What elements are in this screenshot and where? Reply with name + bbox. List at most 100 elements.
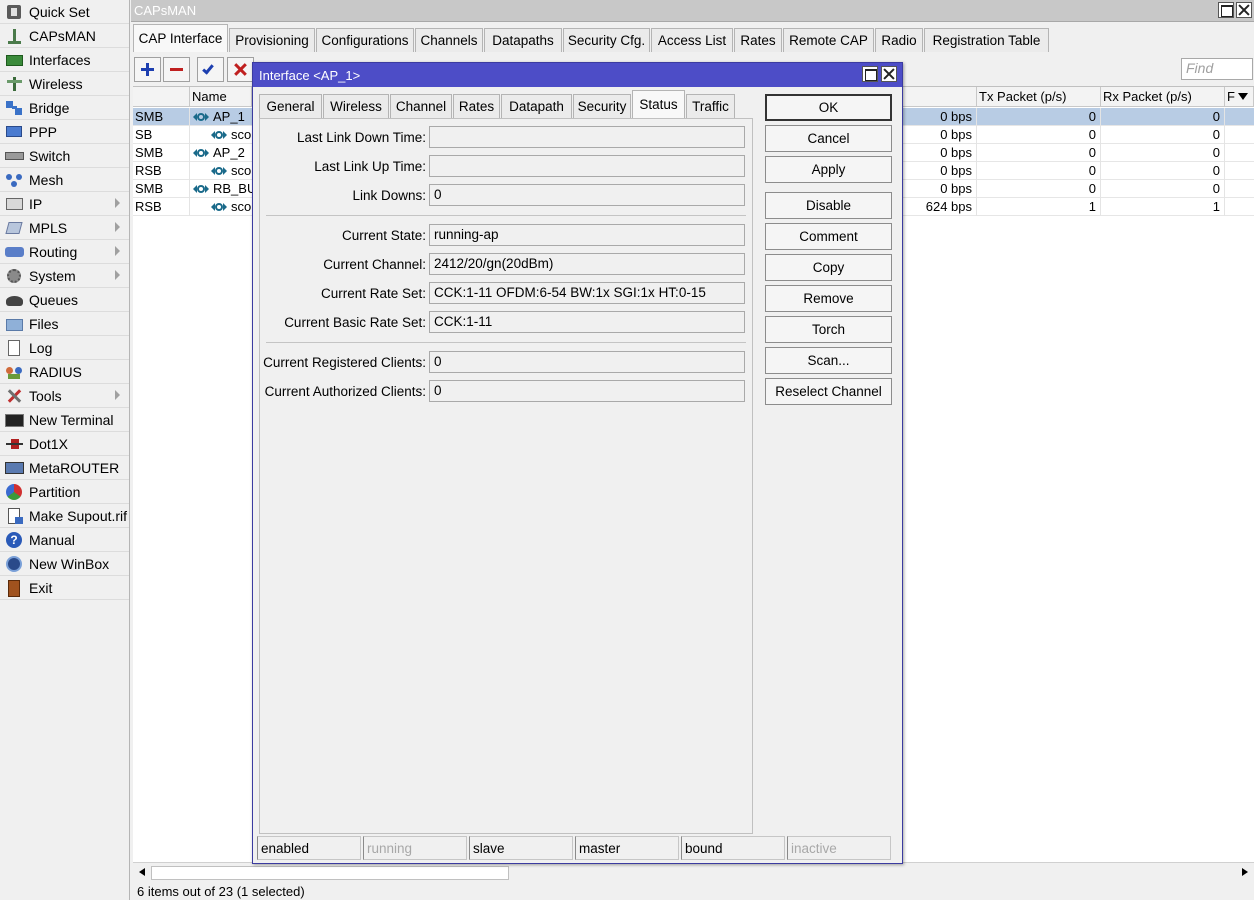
sidebar-item-make-supout[interactable]: Make Supout.rif (0, 504, 129, 528)
tab-datapath[interactable]: Datapath (501, 94, 572, 118)
row-tx-packet: 0 (977, 144, 1101, 162)
sidebar-item-quick-set[interactable]: Quick Set (0, 0, 129, 24)
row-flags: SMB (133, 180, 190, 198)
disable-button[interactable] (227, 57, 254, 82)
maximize-icon[interactable] (862, 66, 878, 82)
find-input[interactable]: Find (1181, 58, 1253, 80)
sidebar-item-dot1x[interactable]: Dot1X (0, 432, 129, 456)
column-header-rate[interactable] (901, 87, 977, 107)
column-menu-dropdown-icon[interactable] (1238, 93, 1248, 100)
cancel-button[interactable]: Cancel (765, 125, 892, 152)
close-icon[interactable] (881, 66, 897, 82)
link-downs-field: 0 (429, 184, 745, 206)
tab-remote-cap[interactable]: Remote CAP (783, 28, 874, 52)
tab-status[interactable]: Status (632, 90, 685, 118)
tab-channels[interactable]: Channels (415, 28, 483, 52)
row-name: sco (231, 163, 252, 178)
apply-button[interactable]: Apply (765, 156, 892, 183)
column-header-rx-packet[interactable]: Rx Packet (p/s) (1101, 87, 1225, 107)
ok-button[interactable]: OK (765, 94, 892, 121)
sidebar-item-ppp[interactable]: PPP (0, 120, 129, 144)
row-rate: 0 bps (901, 144, 977, 162)
tab-rates[interactable]: Rates (453, 94, 500, 118)
close-icon[interactable] (1236, 2, 1252, 18)
column-header-tx-packet[interactable]: Tx Packet (p/s) (977, 87, 1101, 107)
tab-traffic[interactable]: Traffic (686, 94, 735, 118)
tab-access-list[interactable]: Access List (651, 28, 733, 52)
sidebar-item-routing[interactable]: Routing (0, 240, 129, 264)
column-header-flags[interactable] (133, 87, 190, 107)
tab-wireless[interactable]: Wireless (323, 94, 389, 118)
copy-button[interactable]: Copy (765, 254, 892, 281)
dialog-titlebar[interactable]: Interface <AP_1> (253, 63, 902, 87)
row-tx-packet: 0 (977, 108, 1101, 126)
add-button[interactable] (134, 57, 161, 82)
tab-security-cfg[interactable]: Security Cfg. (563, 28, 650, 52)
horizontal-scrollbar[interactable] (133, 862, 1254, 881)
sidebar-item-capsman[interactable]: CAPsMAN (0, 24, 129, 48)
last-link-up-time-label: Last Link Up Time: (314, 159, 426, 174)
sidebar-item-metarouter[interactable]: MetaROUTER (0, 456, 129, 480)
scrollbar-thumb[interactable] (151, 866, 509, 880)
sidebar-item-interfaces[interactable]: Interfaces (0, 48, 129, 72)
quick-set-icon (4, 3, 25, 21)
scroll-left-arrow-icon[interactable] (139, 868, 145, 876)
scan-button[interactable]: Scan... (765, 347, 892, 374)
sidebar-item-partition[interactable]: Partition (0, 480, 129, 504)
capsman-window-titlebar[interactable]: CAPsMAN (131, 0, 1254, 22)
torch-button[interactable]: Torch (765, 316, 892, 343)
sidebar-item-mpls[interactable]: MPLS (0, 216, 129, 240)
sidebar-item-wireless[interactable]: Wireless (0, 72, 129, 96)
row-name: RB_BU (213, 181, 253, 196)
tab-cap-interface[interactable]: CAP Interface (133, 24, 228, 52)
sidebar-label: CAPsMAN (29, 27, 96, 44)
sidebar-label: Quick Set (29, 3, 90, 20)
tab-channel[interactable]: Channel (390, 94, 452, 118)
sidebar-item-mesh[interactable]: Mesh (0, 168, 129, 192)
tab-rates[interactable]: Rates (734, 28, 782, 52)
status-bound: bound (681, 836, 785, 860)
sidebar-item-files[interactable]: Files (0, 312, 129, 336)
scroll-right-arrow-icon[interactable] (1242, 868, 1248, 876)
comment-button[interactable]: Comment (765, 223, 892, 250)
tab-datapaths[interactable]: Datapaths (484, 28, 562, 52)
sidebar-item-bridge[interactable]: Bridge (0, 96, 129, 120)
row-flags: SMB (133, 144, 190, 162)
tab-configurations[interactable]: Configurations (316, 28, 414, 52)
dialog-title: Interface <AP_1> (259, 68, 361, 83)
tab-registration-table[interactable]: Registration Table (924, 28, 1049, 52)
sidebar-item-exit[interactable]: Exit (0, 576, 129, 600)
sidebar-item-new-winbox[interactable]: New WinBox (0, 552, 129, 576)
sidebar-item-log[interactable]: Log (0, 336, 129, 360)
tab-security[interactable]: Security (573, 94, 631, 118)
sidebar-item-tools[interactable]: Tools (0, 384, 129, 408)
sidebar-label: MPLS (29, 219, 68, 236)
sidebar-item-manual[interactable]: ? Manual (0, 528, 129, 552)
remove-button[interactable]: Remove (765, 285, 892, 312)
sidebar-label: Mesh (29, 171, 64, 188)
queues-icon (4, 291, 25, 309)
section-divider (266, 342, 746, 343)
winbox-icon (4, 555, 25, 573)
sidebar-item-radius[interactable]: RADIUS (0, 360, 129, 384)
ppp-icon (4, 123, 25, 141)
column-header-name[interactable]: Name (190, 87, 252, 107)
column-header-f[interactable]: F (1225, 87, 1254, 107)
remove-button[interactable] (163, 57, 190, 82)
reselect-channel-button[interactable]: Reselect Channel (765, 378, 892, 405)
sidebar-item-switch[interactable]: Switch (0, 144, 129, 168)
sidebar-item-queues[interactable]: Queues (0, 288, 129, 312)
tab-general[interactable]: General (259, 94, 322, 118)
maximize-icon[interactable] (1218, 2, 1234, 18)
enable-button[interactable] (197, 57, 224, 82)
submenu-arrow-icon (115, 390, 120, 400)
column-header-f-label: F (1227, 89, 1235, 104)
sidebar-item-system[interactable]: System (0, 264, 129, 288)
tab-radio[interactable]: Radio (875, 28, 923, 52)
tab-provisioning[interactable]: Provisioning (229, 28, 315, 52)
supout-icon (4, 507, 25, 525)
sidebar-item-ip[interactable]: IP (0, 192, 129, 216)
sidebar-item-new-terminal[interactable]: New Terminal (0, 408, 129, 432)
disable-button[interactable]: Disable (765, 192, 892, 219)
dialog-status-bar: enabled running slave master bound inact… (257, 836, 899, 860)
